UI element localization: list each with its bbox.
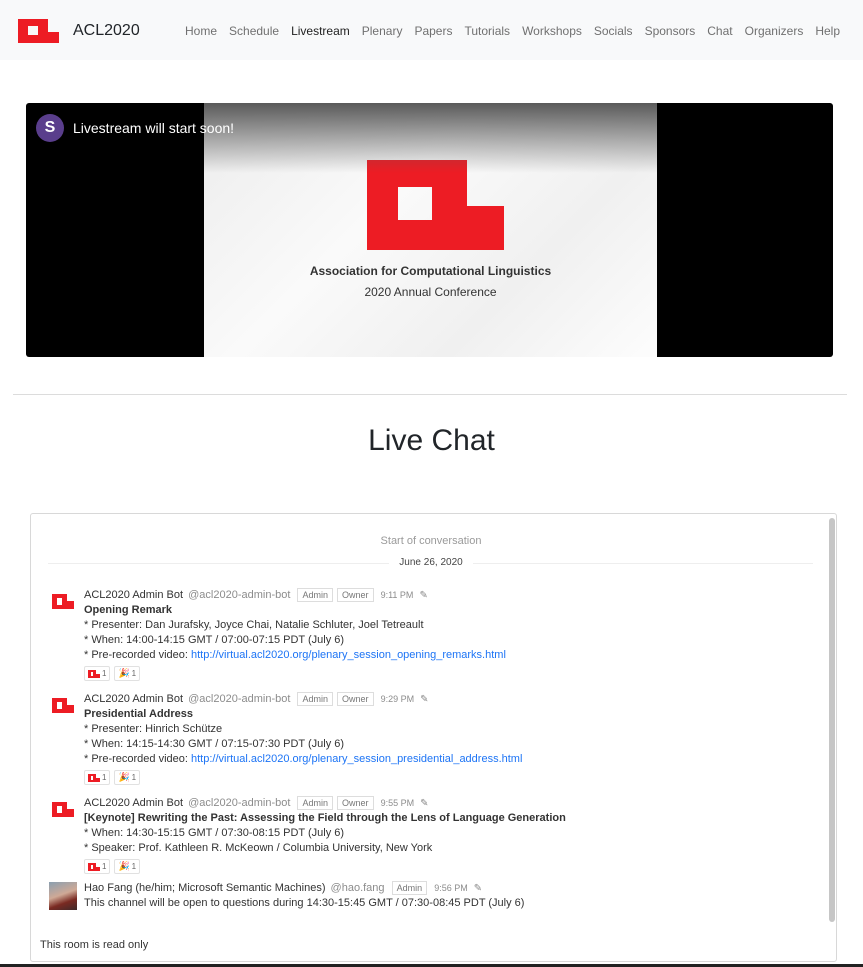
livestream-video[interactable]: Association for Computational Linguistic… xyxy=(26,103,833,357)
message-time: 9:55 PM xyxy=(380,798,415,808)
role-badge: Admin xyxy=(297,796,333,811)
nav-organizers[interactable]: Organizers xyxy=(745,24,804,38)
message-time: 9:29 PM xyxy=(380,694,415,704)
message-username[interactable]: @acl2020-admin-bot xyxy=(188,693,290,705)
role-badge: Owner xyxy=(337,692,374,707)
user-avatar[interactable] xyxy=(49,882,77,910)
brand-title[interactable]: ACL2020 xyxy=(73,22,140,40)
bot-avatar-icon[interactable] xyxy=(49,797,77,825)
message-author[interactable]: ACL2020 Admin Bot xyxy=(84,797,183,809)
reaction-count: 1 xyxy=(131,669,137,678)
reaction-acl[interactable]: 1 xyxy=(84,770,111,785)
nav-sponsors[interactable]: Sponsors xyxy=(645,24,696,38)
chat-panel[interactable]: Start of conversation June 26, 2020 ACL2… xyxy=(30,513,837,962)
message-line: * Speaker: Prof. Kathleen R. McKeown / C… xyxy=(84,842,433,854)
role-badge: Admin xyxy=(297,588,333,603)
reaction-count: 1 xyxy=(102,669,107,678)
video-title[interactable]: Livestream will start soon! xyxy=(73,120,234,136)
acl-slide-logo-icon xyxy=(367,160,504,250)
message-line: * When: 14:15-14:30 GMT / 07:15-07:30 PD… xyxy=(84,738,345,750)
message-author[interactable]: Hao Fang (he/him; Microsoft Semantic Mac… xyxy=(84,882,325,894)
message-time: 9:11 PM xyxy=(380,590,414,600)
message-line: * Pre-recorded video: xyxy=(84,649,191,661)
nav-links: Home Schedule Livestream Plenary Papers … xyxy=(173,24,840,38)
bot-avatar-icon[interactable] xyxy=(49,589,77,617)
reactions: 1 🎉 1 xyxy=(84,666,814,681)
nav-workshops[interactable]: Workshops xyxy=(522,24,582,38)
reaction-count: 1 xyxy=(131,862,137,871)
message-line: * Pre-recorded video: xyxy=(84,753,191,765)
message-username[interactable]: @acl2020-admin-bot xyxy=(188,589,290,601)
nav-chat[interactable]: Chat xyxy=(707,24,732,38)
channel-avatar[interactable]: S xyxy=(36,114,64,142)
message-line: * When: 14:30-15:15 GMT / 07:30-08:15 PD… xyxy=(84,827,345,839)
video-link[interactable]: http://virtual.acl2020.org/plenary_sessi… xyxy=(191,649,506,661)
reaction-count: 1 xyxy=(131,773,137,782)
nav-home[interactable]: Home xyxy=(185,24,217,38)
nav-socials[interactable]: Socials xyxy=(594,24,633,38)
message-time: 9:56 PM xyxy=(434,883,468,893)
reaction-acl[interactable]: 1 xyxy=(84,666,111,681)
reaction-acl[interactable]: 1 xyxy=(84,859,111,874)
reactions: 1 🎉 1 xyxy=(84,859,814,874)
message-line: This channel will be open to questions d… xyxy=(84,897,525,909)
role-badge: Owner xyxy=(337,588,374,603)
tada-icon: 🎉 xyxy=(118,772,130,782)
role-badge: Admin xyxy=(297,692,333,707)
edited-pencil-icon: ✎ xyxy=(420,694,429,705)
date-label: June 26, 2020 xyxy=(31,557,831,568)
acl-reaction-icon xyxy=(88,773,100,782)
edited-pencil-icon: ✎ xyxy=(419,590,428,601)
acl-reaction-icon xyxy=(88,669,100,678)
reaction-tada[interactable]: 🎉 1 xyxy=(114,666,141,681)
message-username[interactable]: @acl2020-admin-bot xyxy=(188,797,290,809)
message-line: * When: 14:00-14:15 GMT / 07:00-07:15 PD… xyxy=(84,634,345,646)
message-line: * Presenter: Dan Jurafsky, Joyce Chai, N… xyxy=(84,619,424,631)
reaction-tada[interactable]: 🎉 1 xyxy=(114,859,141,874)
reactions: 1 🎉 1 xyxy=(84,770,814,785)
role-badge: Admin xyxy=(391,881,428,896)
bot-avatar-icon[interactable] xyxy=(49,693,77,721)
acl-reaction-icon xyxy=(88,862,100,871)
nav-papers[interactable]: Papers xyxy=(414,24,452,38)
acl-logo-icon[interactable] xyxy=(18,19,59,43)
tada-icon: 🎉 xyxy=(118,861,130,871)
nav-livestream[interactable]: Livestream xyxy=(291,24,350,38)
section-divider xyxy=(13,394,847,395)
nav-plenary[interactable]: Plenary xyxy=(362,24,403,38)
nav-help[interactable]: Help xyxy=(815,24,840,38)
slide-org-name: Association for Computational Linguistic… xyxy=(309,264,552,278)
date-text: June 26, 2020 xyxy=(389,557,473,568)
message-title: Presidential Address xyxy=(84,708,194,720)
reaction-count: 1 xyxy=(102,773,107,782)
message-username[interactable]: @hao.fang xyxy=(331,882,385,894)
message-title: Opening Remark xyxy=(84,604,173,616)
reaction-tada[interactable]: 🎉 1 xyxy=(114,770,141,785)
nav-schedule[interactable]: Schedule xyxy=(229,24,279,38)
role-badge: Owner xyxy=(337,796,374,811)
read-only-notice: This room is read only xyxy=(40,939,149,951)
video-title-overlay xyxy=(204,103,657,173)
live-chat-heading: Live Chat xyxy=(368,424,495,457)
edited-pencil-icon: ✎ xyxy=(473,883,483,894)
message-author[interactable]: ACL2020 Admin Bot xyxy=(84,693,183,705)
edited-pencil-icon: ✎ xyxy=(420,798,429,809)
tada-icon: 🎉 xyxy=(118,668,130,678)
reaction-count: 1 xyxy=(102,862,107,871)
message-title: [Keynote] Rewriting the Past: Assessing … xyxy=(84,812,566,824)
message-author[interactable]: ACL2020 Admin Bot xyxy=(84,589,183,601)
video-link[interactable]: http://virtual.acl2020.org/plenary_sessi… xyxy=(191,753,522,765)
navbar: ACL2020 Home Schedule Livestream Plenary… xyxy=(0,0,863,60)
start-of-conversation: Start of conversation xyxy=(380,535,482,547)
chat-scrollbar[interactable] xyxy=(829,518,835,922)
nav-tutorials[interactable]: Tutorials xyxy=(464,24,510,38)
slide-subtitle: 2020 Annual Conference xyxy=(364,285,497,299)
message-line: * Presenter: Hinrich Schütze xyxy=(84,723,223,735)
